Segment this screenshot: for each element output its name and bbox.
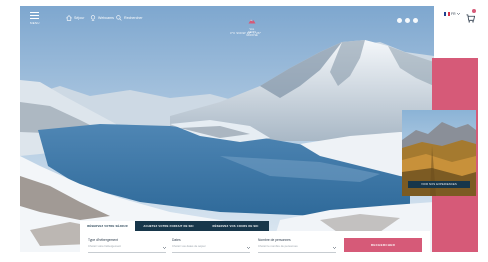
house-icon: [66, 15, 72, 21]
see-experiences-button[interactable]: VOIR NOS EXPERIENCES: [408, 181, 470, 188]
field-placeholder: Choisir le nombre de personnes: [258, 244, 298, 248]
youtube-icon[interactable]: [413, 18, 418, 23]
facebook-icon[interactable]: [405, 18, 410, 23]
field-label: Nombre de personnes: [258, 238, 291, 242]
cart-button[interactable]: [466, 9, 476, 23]
language-selector[interactable]: FR: [444, 12, 460, 16]
tab-book-ski-lessons[interactable]: RÉSERVEZ VOS COURS DE SKI: [202, 221, 269, 231]
hamburger-bar: [30, 18, 39, 19]
booking-widget: RÉSERVEZ VOTRE SÉJOUR ACHETEZ VOTRE FORF…: [80, 221, 430, 259]
hamburger-bar: [30, 15, 39, 16]
nav-link-search[interactable]: Rechercher: [116, 15, 143, 21]
hero-landscape: [20, 6, 434, 252]
top-nav: MENU Séjour Webcams Rechercher VAL CENIS…: [20, 6, 434, 40]
field-underline: [172, 251, 250, 252]
chevron-down-icon: [456, 13, 460, 15]
hamburger-icon: [30, 12, 39, 13]
booking-form: Type d'hébergement Choisir votre héberge…: [80, 231, 430, 259]
experiences-card[interactable]: VOIR NOS EXPERIENCES: [402, 110, 476, 196]
nav-link-label: Webcams: [98, 16, 114, 20]
tab-book-stay[interactable]: RÉSERVEZ VOTRE SÉJOUR: [80, 221, 135, 231]
search-button[interactable]: RECHERCHER: [344, 238, 422, 252]
cart-icon: [466, 14, 476, 23]
logo-mountain-icon: [248, 19, 256, 24]
field-label: Type d'hébergement: [88, 238, 118, 242]
accommodation-type-select[interactable]: Type d'hébergement Choisir votre héberge…: [88, 238, 166, 252]
field-placeholder: Choisir votre hébergement: [88, 244, 121, 248]
nav-link-sejour[interactable]: Séjour: [66, 15, 84, 21]
nav-link-webcams[interactable]: Webcams: [90, 15, 114, 21]
cart-badge: [472, 9, 476, 13]
chevron-down-icon: [333, 247, 336, 249]
logo-text-line: VANOISE: [246, 33, 258, 37]
guests-select[interactable]: Nombre de personnes Choisir le nombre de…: [258, 238, 336, 252]
chevron-down-icon: [247, 247, 250, 249]
page: VOIR NOS EXPERIENCES MENU Séjour Webcams…: [0, 0, 488, 262]
menu-label: MENU: [30, 21, 40, 25]
dates-select[interactable]: Dates Choisir vos dates de séjour: [172, 238, 250, 252]
instagram-icon[interactable]: [397, 18, 402, 23]
french-flag-icon: [444, 12, 450, 16]
nav-link-label: Séjour: [74, 16, 85, 20]
field-label: Dates: [172, 238, 181, 242]
webcam-icon: [90, 15, 96, 21]
menu-button[interactable]: MENU: [30, 12, 42, 26]
weather-info: 3°C SNOW 12° ☼ 26°: [230, 31, 262, 35]
nav-link-label: Rechercher: [124, 16, 143, 20]
language-label: FR: [451, 12, 456, 16]
site-logo[interactable]: VAL CENIS VANOISE: [240, 11, 264, 36]
booking-tabs: RÉSERVEZ VOTRE SÉJOUR ACHETEZ VOTRE FORF…: [80, 221, 269, 231]
field-placeholder: Choisir vos dates de séjour: [172, 244, 206, 248]
chevron-down-icon: [163, 247, 166, 249]
field-underline: [88, 251, 166, 252]
field-underline: [258, 251, 336, 252]
hero-image: [20, 6, 434, 252]
tab-buy-ski-pass[interactable]: ACHETEZ VOTRE FORFAIT DE SKI: [135, 221, 202, 231]
search-icon: [116, 15, 122, 21]
